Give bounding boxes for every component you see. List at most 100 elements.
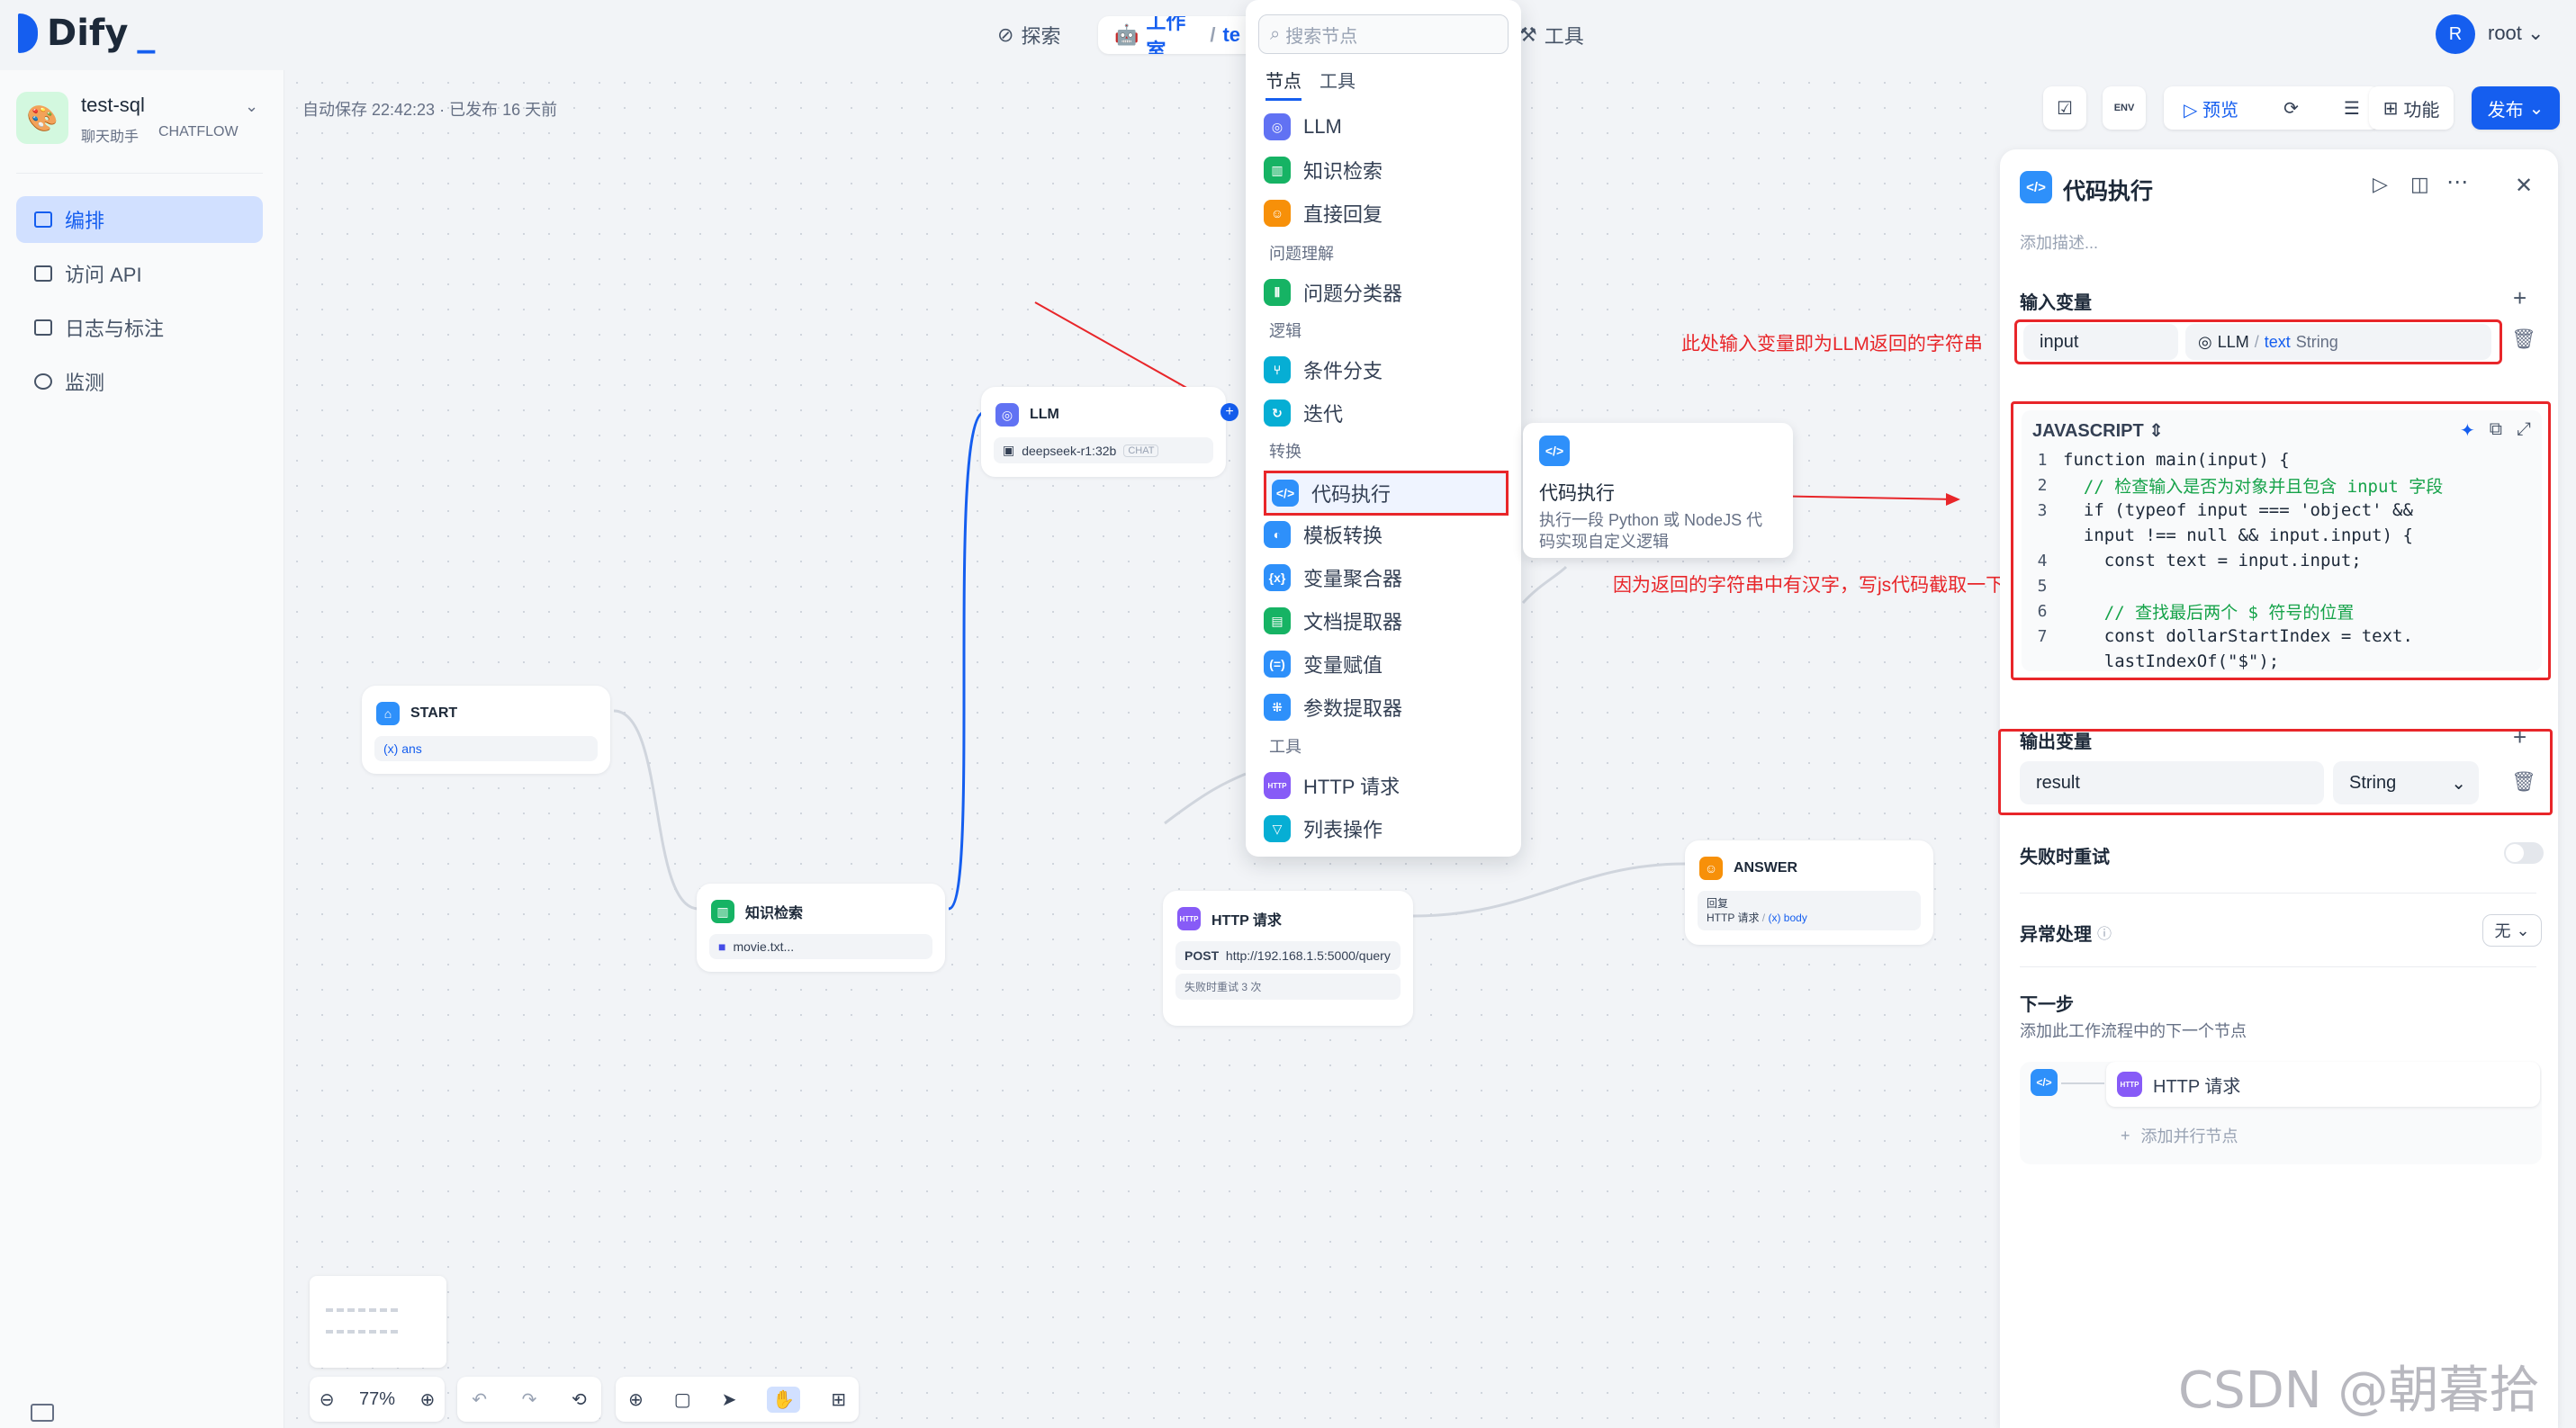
features-button[interactable]: ⊞ 功能 [2369, 86, 2454, 130]
redo-icon[interactable]: ↷ [522, 1388, 537, 1411]
retry-toggle[interactable] [2504, 842, 2544, 864]
answer-ref-var: (x) body [1768, 912, 1807, 924]
more-icon[interactable]: ⋯ [2446, 169, 2468, 195]
picker-item-label: LLM [1303, 115, 1342, 138]
node-start[interactable]: ⌂ START (x) ans [362, 686, 610, 774]
node-llm[interactable]: ◎ LLM ▣ deepseek-r1:32b CHAT [981, 387, 1226, 477]
picker-item-knowledge[interactable]: ▥ 知识检索 [1264, 152, 1383, 188]
picker-item-label: 代码执行 [1311, 483, 1392, 506]
picker-item-if-else[interactable]: ⑂ 条件分支 [1264, 352, 1383, 388]
close-icon[interactable]: ✕ [2515, 173, 2533, 199]
template-icon: ◐ [1264, 521, 1291, 548]
organize-icon[interactable]: ⊞ [831, 1388, 846, 1411]
picker-item-param-extractor[interactable]: ⁜ 参数提取器 [1264, 689, 1402, 725]
tab-tools[interactable]: 工具 [1320, 67, 1356, 93]
zoom-out-icon[interactable]: ⊖ [320, 1388, 335, 1411]
add-note-icon[interactable]: ▢ [674, 1388, 691, 1411]
copy-icon[interactable]: ⧉ [2490, 419, 2502, 442]
code-line: 3 if (typeof input === 'object' && [2022, 498, 2542, 523]
line-number: 5 [2037, 576, 2048, 596]
picker-item-doc-extractor[interactable]: ▤ 文档提取器 [1264, 603, 1402, 639]
hand-icon[interactable]: ✋ [767, 1386, 801, 1413]
checklist-view-icon[interactable]: ☰ [2344, 97, 2360, 120]
edge-http-answer [1412, 862, 1686, 918]
history-icon[interactable]: ⟲ [572, 1388, 587, 1411]
node-title: 知识检索 [745, 906, 804, 921]
picker-item-code[interactable]: </> 代码执行 [1264, 471, 1509, 516]
picker-item-assigner[interactable]: (=) 变量赋值 [1264, 646, 1383, 682]
split-view-icon[interactable]: ◫ [2410, 173, 2429, 196]
node-answer[interactable]: ☺ ANSWER 回复 HTTP 请求 / (x) body [1685, 840, 1933, 945]
node-title: ANSWER [1734, 860, 1798, 876]
answer-ref-node: HTTP 请求 [1707, 912, 1760, 924]
node-http-request[interactable]: HTTP HTTP 请求 POST http://192.168.1.5:5000… [1163, 891, 1413, 1026]
add-parallel-node-button[interactable]: + 添加并行节点 [2106, 1116, 2540, 1155]
add-node-icon[interactable]: ⊕ [628, 1388, 644, 1411]
code-line: 7 const dollarStartIndex = text. [2022, 624, 2542, 649]
input-variable-source[interactable]: ◎ LLM / text String [2185, 324, 2491, 360]
output-type-select[interactable]: String ⌄ [2333, 761, 2479, 804]
code-editor[interactable]: JAVASCRIPT ⇕ ✦ ⧉ ⤢ 1 function main(input)… [2022, 410, 2542, 671]
publish-button[interactable]: 发布 ⌄ [2472, 86, 2560, 130]
assign-icon: (=) [1264, 651, 1291, 678]
zoom-in-icon[interactable]: ⊕ [419, 1388, 435, 1411]
language-select[interactable]: JAVASCRIPT ⇕ [2032, 419, 2164, 442]
model-icon: ▣ [1003, 443, 1015, 457]
code-line: lastIndexOf("$"); [2022, 649, 2542, 671]
picker-item-label: 文档提取器 [1303, 611, 1403, 633]
description-input[interactable]: 添加描述... [2020, 230, 2098, 254]
next-step-description: 添加此工作流程中的下一个节点 [2020, 1022, 2247, 1040]
llm-model: ▣ deepseek-r1:32b CHAT [994, 437, 1213, 463]
line-text: if (typeof input === 'object' && [2063, 500, 2413, 520]
pointer-icon[interactable]: ➤ [722, 1388, 737, 1411]
picker-item-list-operator[interactable]: ▽ 列表操作 [1264, 811, 1383, 847]
ai-generate-icon[interactable]: ✦ [2460, 419, 2475, 442]
add-input-icon[interactable]: + [2513, 284, 2526, 312]
picker-item-classifier[interactable]: ⫴ 问题分类器 [1264, 274, 1402, 310]
run-history-icon[interactable]: ⟳ [2283, 97, 2299, 120]
preview-button[interactable]: ▷ 预览 [2184, 95, 2238, 121]
delete-output-icon[interactable]: 🗑 [2511, 770, 2536, 794]
input-variable-name[interactable]: input [2023, 324, 2178, 360]
undo-icon[interactable]: ↶ [472, 1388, 487, 1411]
node-search-input[interactable]: ⌕ 搜索节点 [1258, 14, 1509, 54]
picker-item-http[interactable]: HTTP HTTP 请求 [1264, 768, 1400, 804]
annotation-input-note: 此处输入变量即为LLM返回的字符串 [1681, 334, 1983, 355]
picker-item-label: 迭代 [1303, 403, 1344, 426]
knowledge-dataset: ■ movie.txt... [709, 934, 932, 959]
panel-title[interactable]: 代码执行 [2063, 174, 2153, 206]
help-icon[interactable]: ⓘ [2097, 921, 2112, 943]
picker-item-template[interactable]: ◐ 模板转换 [1264, 516, 1383, 552]
http-retry-info: 失败时重试 3 次 [1175, 974, 1401, 1000]
node-knowledge-retrieval[interactable]: ▥ 知识检索 ■ movie.txt... [697, 884, 945, 972]
picker-item-iteration[interactable]: ↻ 迭代 [1264, 395, 1343, 431]
add-output-icon[interactable]: + [2513, 723, 2526, 751]
extract-icon: ⁜ [1264, 694, 1291, 721]
minimap[interactable] [310, 1276, 446, 1368]
home-icon: ⌂ [376, 702, 400, 725]
tab-label: 节点 [1265, 72, 1302, 92]
next-node-http[interactable]: HTTP HTTP 请求 [2106, 1062, 2540, 1107]
edge-code-out [1521, 565, 1568, 605]
llm-icon: ◎ [995, 403, 1019, 427]
zoom-level[interactable]: 77% [359, 1389, 395, 1410]
delete-input-icon[interactable]: 🗑 [2511, 328, 2536, 351]
picker-item-aggregator[interactable]: {x} 变量聚合器 [1264, 560, 1402, 596]
expand-icon[interactable]: ⤢ [2517, 419, 2531, 442]
model-name: deepseek-r1:32b [1022, 443, 1117, 458]
checklist-icon[interactable]: ☑ [2043, 86, 2086, 130]
picker-item-label: 知识检索 [1303, 160, 1383, 183]
code-line: 5 [2022, 573, 2542, 598]
input-variables-title: 输入变量 [2020, 293, 2092, 313]
error-handling-select[interactable]: 无 ⌄ [2482, 914, 2542, 947]
code-line: 2 // 检查输入是否为对象并且包含 input 字段 [2022, 472, 2542, 498]
code-line: 4 const text = input.input; [2022, 548, 2542, 573]
output-variable-name[interactable]: result [2020, 761, 2324, 804]
env-button[interactable]: ENV [2103, 86, 2146, 130]
picker-item-llm[interactable]: ◎ LLM [1264, 109, 1342, 145]
run-step-icon[interactable]: ▷ [2373, 173, 2388, 196]
tab-nodes[interactable]: 节点 [1265, 67, 1302, 101]
line-number: 2 [2037, 475, 2048, 495]
picker-item-direct-reply[interactable]: ☺ 直接回复 [1264, 195, 1383, 231]
add-next-node-icon[interactable]: + [1220, 403, 1238, 421]
